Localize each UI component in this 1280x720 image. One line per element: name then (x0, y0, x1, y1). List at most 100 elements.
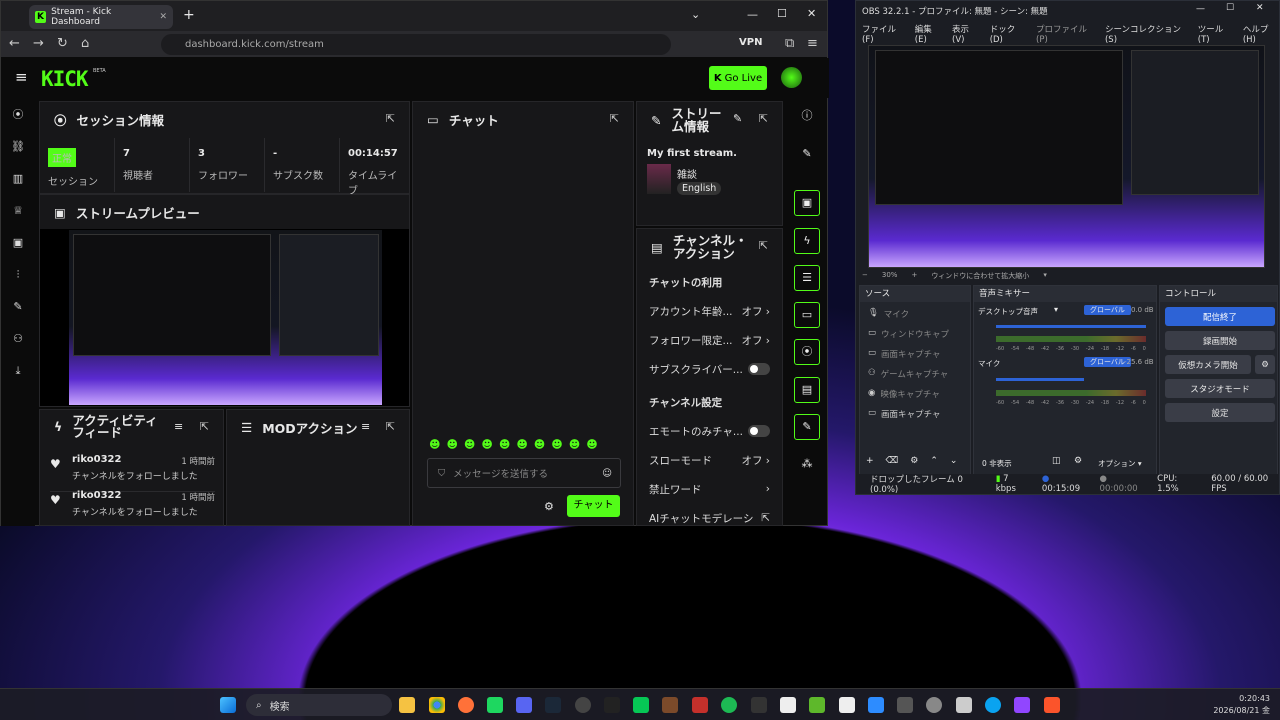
studio-mode-button[interactable]: スタジオモード (1165, 379, 1275, 398)
shield-app-icon[interactable] (956, 697, 972, 713)
line-icon[interactable] (633, 697, 649, 713)
video-icon[interactable]: ▣ (11, 236, 25, 250)
activity-toggle-icon[interactable]: ϟ (794, 228, 820, 254)
popout-icon[interactable]: ⇱ (200, 420, 209, 433)
menu-dock[interactable]: ドック(D) (990, 23, 1026, 45)
banned-words-row[interactable]: 禁止ワード › (649, 478, 770, 500)
menu-icon[interactable]: ≡ (807, 36, 818, 51)
session-toggle-icon[interactable]: ⦿ (794, 339, 820, 365)
edge-icon[interactable] (985, 697, 1001, 713)
source-item[interactable]: ▭ 画面キャプチャ (868, 348, 968, 360)
add-icon[interactable]: + (866, 456, 874, 466)
obs-icon[interactable] (575, 697, 591, 713)
wrench-icon[interactable]: ✎ (11, 300, 25, 314)
download-icon[interactable]: ⤓ (11, 364, 25, 378)
epic-games-icon[interactable] (751, 697, 767, 713)
layout-icon[interactable]: ◫ (1052, 456, 1061, 466)
tab-list-icon[interactable]: ⌄ (691, 8, 700, 21)
analytics-icon[interactable]: ⫶ (11, 268, 25, 282)
home-icon[interactable]: ⌂ (81, 36, 89, 51)
maximize-icon[interactable]: ☐ (777, 7, 787, 20)
account-age-row[interactable]: アカウント年齢... オフ › (649, 300, 770, 322)
start-recording-button[interactable]: 録画開始 (1165, 331, 1275, 350)
gear-icon[interactable]: ⚙ (910, 456, 918, 466)
emote-bar[interactable]: ☻☻☻☻☻☻☻☻☻☻ (429, 438, 619, 452)
hamburger-menu-icon[interactable]: ≡ (15, 68, 28, 86)
zoom-mode[interactable]: ウィンドウに合わせて拡大縮小 (931, 271, 1029, 281)
obs-maximize-icon[interactable]: ☐ (1226, 3, 1234, 13)
mod-toggle-icon[interactable]: ☰ (794, 265, 820, 291)
menu-help[interactable]: ヘルプ(H) (1243, 23, 1279, 45)
options-button[interactable]: オプション ▾ (1098, 458, 1142, 469)
menu-scene-collection[interactable]: シーンコレクション(S) (1105, 23, 1188, 45)
chart-icon[interactable]: ▥ (11, 172, 25, 186)
emote-only-toggle[interactable] (748, 425, 770, 437)
reload-icon[interactable]: ↻ (57, 36, 68, 51)
trash-icon[interactable]: ⌫ (886, 456, 899, 466)
mic-volume-slider[interactable] (996, 378, 1084, 381)
menu-edit[interactable]: 編集(E) (915, 23, 942, 45)
chat-toggle-icon[interactable]: ▭ (794, 302, 820, 328)
chat-send-button[interactable]: チャット (567, 495, 620, 517)
chevron-down-icon[interactable]: ▾ (1054, 305, 1058, 314)
popout-icon[interactable]: ⇱ (759, 112, 768, 125)
close-window-icon[interactable]: ✕ (807, 7, 816, 20)
obs-close-icon[interactable]: ✕ (1256, 3, 1264, 13)
minecraft-icon[interactable] (809, 697, 825, 713)
follower-only-row[interactable]: フォロワー限定... オフ › (649, 329, 770, 351)
brave-icon[interactable] (1044, 697, 1060, 713)
extensions-icon[interactable]: ⧉ (785, 36, 794, 51)
popout-icon[interactable]: ⇱ (386, 112, 395, 125)
emoji-icon[interactable]: ☺ (602, 468, 612, 479)
go-live-button[interactable]: K Go Live (709, 66, 767, 90)
virtual-camera-button[interactable]: 仮想カメラ開始 (1165, 355, 1251, 374)
chat-input[interactable]: ⛉ メッセージを送信する ☺ (427, 458, 621, 488)
popout-icon[interactable]: ⇱ (386, 420, 395, 433)
obs-minimize-icon[interactable]: — (1196, 4, 1205, 14)
app-icon[interactable] (1014, 697, 1030, 713)
back-icon[interactable]: ← (9, 36, 20, 51)
filter-icon[interactable]: ≡ (174, 420, 183, 433)
notepad-icon[interactable] (780, 697, 796, 713)
preview-toggle-icon[interactable]: ▣ (794, 190, 820, 216)
category-text[interactable]: 雑談 (677, 166, 697, 181)
source-item[interactable]: ▭ 画面キャプチャ (868, 408, 968, 420)
down-icon[interactable]: ⌄ (950, 456, 958, 466)
ai-moderation-row[interactable]: AIチャットモデレーシ ⇱ (649, 507, 770, 525)
taskbar-search[interactable]: ⌕ 検索 (246, 694, 392, 716)
trophy-icon[interactable]: ♕ (11, 204, 25, 218)
windows-start-icon[interactable] (220, 697, 236, 713)
info-toggle-icon[interactable]: ✎ (794, 414, 820, 440)
chrome-icon[interactable] (429, 697, 445, 713)
discord-icon[interactable] (516, 697, 532, 713)
virtual-camera-gear-icon[interactable]: ⚙ (1255, 355, 1275, 374)
vpn-button[interactable]: VPN (739, 37, 762, 48)
up-icon[interactable]: ⌃ (930, 456, 938, 466)
settings-button[interactable]: 設定 (1165, 403, 1275, 422)
edit-icon[interactable]: ✎ (733, 112, 742, 125)
forward-icon[interactable]: → (33, 36, 44, 51)
obs-preview-canvas[interactable] (868, 45, 1265, 268)
app-icon[interactable] (839, 697, 855, 713)
source-item[interactable]: 🎙 マイク (868, 308, 968, 320)
stream-icon[interactable]: ⦿ (11, 108, 25, 122)
pencil-icon[interactable]: ✎ (794, 142, 820, 168)
menu-view[interactable]: 表示(V) (952, 23, 980, 45)
kick-logo[interactable]: KICK (41, 67, 89, 91)
source-item[interactable]: ⚇ ゲームキャプチャ (868, 368, 968, 380)
file-explorer-icon[interactable] (399, 697, 415, 713)
firefox-icon[interactable] (458, 697, 474, 713)
terminal-icon[interactable] (604, 697, 620, 713)
desktop-volume-slider[interactable] (996, 325, 1146, 328)
mixer-gear-icon[interactable]: ⚙ (1074, 456, 1082, 466)
stop-streaming-button[interactable]: 配信終了 (1165, 307, 1275, 326)
global-button[interactable]: グローバル (1084, 305, 1131, 315)
browser-tab[interactable]: K Stream - Kick Dashboard ✕ (29, 5, 173, 29)
avatar[interactable] (781, 67, 802, 88)
menu-tools[interactable]: ツール(T) (1198, 23, 1233, 45)
more-widgets-icon[interactable]: ⁂ (794, 452, 820, 478)
link-icon[interactable]: ⛓ (11, 140, 25, 154)
actions-toggle-icon[interactable]: ▤ (794, 377, 820, 403)
source-item[interactable]: ▭ ウィンドウキャプ (868, 328, 968, 340)
source-item[interactable]: ◉ 映像キャプチャ (868, 388, 968, 400)
